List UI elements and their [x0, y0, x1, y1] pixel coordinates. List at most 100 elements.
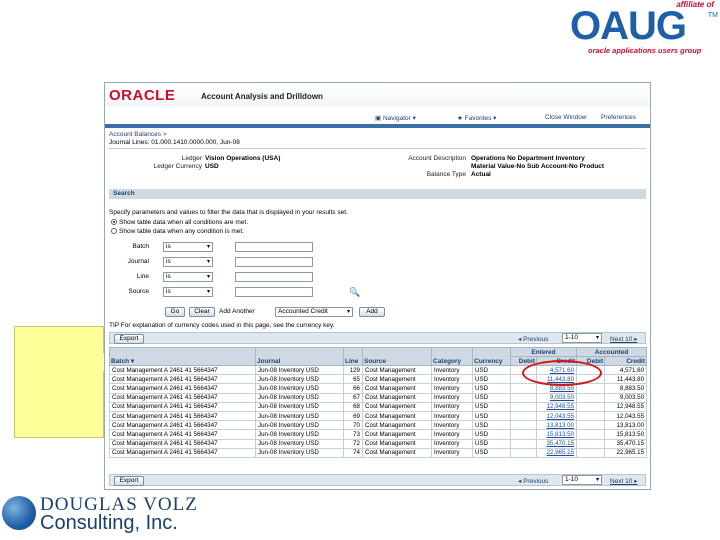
category-cell: Inventory — [431, 364, 473, 376]
entered-credit-cell[interactable]: 22,965.15 — [535, 447, 578, 458]
search-lov-icon[interactable]: 🔍 — [349, 287, 360, 298]
line-operator-select[interactable]: is — [163, 272, 213, 282]
batch-cell: Cost Management A 2461 41 5664347 — [109, 447, 256, 458]
accounted-credit-cell: 35,470.15 — [604, 438, 648, 449]
app-title: Account Analysis and Drilldown — [201, 92, 323, 101]
batch-label: Batch — [132, 243, 149, 250]
preferences-link[interactable]: Preferences — [601, 114, 636, 121]
entered-debit-cell — [510, 429, 537, 440]
go-button[interactable]: Go — [165, 307, 185, 317]
accounted-debit-cell — [576, 420, 606, 431]
category-cell: Inventory — [431, 420, 473, 431]
search-header: Search — [109, 189, 646, 199]
search-instructions: Specify parameters and values to filter … — [109, 209, 348, 216]
journal-cell: Jun-08 Inventory USD — [255, 383, 344, 394]
journal-value-input[interactable] — [235, 257, 313, 267]
col-batch[interactable]: Batch ▾ — [109, 347, 256, 366]
journal-cell: Jun-08 Inventory USD — [255, 420, 344, 431]
source-cell: Cost Management — [362, 383, 432, 394]
journal-cell: Jun-08 Inventory USD — [255, 364, 344, 376]
currency-value: USD — [205, 163, 219, 170]
source-operator-select[interactable]: is — [163, 287, 213, 297]
table-toolbar-top: Export ◂ Previous 1-10 Next 10 ▸ — [109, 332, 646, 344]
line-value-input[interactable] — [235, 272, 313, 282]
line-cell: 73 — [343, 429, 363, 440]
table-row: Cost Management A 2461 41 5664347 Jun-08 … — [109, 438, 648, 449]
source-cell: Cost Management — [362, 410, 432, 422]
journal-cell: Jun-08 Inventory USD — [255, 374, 344, 385]
navigator-menu[interactable]: ▣ Navigator ▾ — [375, 114, 416, 122]
radio-any-condition[interactable]: Show table data when any condition is me… — [111, 228, 244, 235]
next-link-bottom[interactable]: Next 10 ▸ — [610, 477, 637, 485]
source-cell: Cost Management — [362, 401, 432, 412]
group-entered: Entered — [509, 347, 578, 357]
batch-operator-select[interactable]: is — [163, 242, 213, 252]
douglas-volz-logo: DOUGLAS VOLZ Consulting, Inc. — [2, 492, 202, 538]
entered-credit-cell[interactable]: 12,948.55 — [535, 401, 578, 412]
entered-credit-cell[interactable]: 9,003.50 — [535, 392, 578, 403]
source-value-input[interactable] — [235, 287, 313, 297]
account-description-value: Operations No Department Inventory — [471, 155, 585, 162]
favorites-menu[interactable]: ★ Favorites ▾ — [457, 114, 496, 122]
accounted-debit-cell — [576, 429, 606, 440]
entered-debit-cell — [510, 401, 537, 412]
currency-cell: USD — [472, 410, 511, 422]
breadcrumb[interactable]: Account Balances > — [109, 131, 167, 138]
range-select-bottom[interactable]: 1-10 — [562, 475, 602, 485]
accounted-debit-cell — [576, 383, 606, 394]
batch-value-input[interactable] — [235, 242, 313, 252]
journal-operator-select[interactable]: is — [163, 257, 213, 267]
add-button[interactable]: Add — [359, 307, 385, 317]
oaug-wordmark: OAUG — [570, 4, 687, 48]
line-cell: 66 — [343, 383, 363, 394]
col-category: Category — [431, 347, 473, 366]
accounted-credit-cell: 12,948.55 — [604, 401, 648, 412]
line-cell: 69 — [343, 410, 363, 422]
accounted-credit-cell: 8,883.50 — [604, 383, 648, 394]
journal-cell: Jun-08 Inventory USD — [255, 429, 344, 440]
table-row: Cost Management A 2461 41 5664347 Jun-08 … — [109, 410, 648, 422]
entered-credit-cell[interactable]: 15,813.50 — [535, 429, 578, 440]
accounted-credit-cell: 15,813.50 — [604, 429, 648, 440]
previous-link-bottom[interactable]: ◂ Previous — [518, 477, 548, 485]
oracle-logo: ORACLE — [109, 87, 176, 104]
logo-line-2: Consulting, Inc. — [40, 512, 178, 534]
entered-credit-cell[interactable]: 12,043.55 — [535, 410, 578, 422]
add-another-select[interactable]: Accounted Credit — [275, 307, 353, 317]
entered-debit-cell — [510, 420, 537, 431]
currency-cell: USD — [472, 447, 511, 458]
source-cell: Cost Management — [362, 374, 432, 385]
line-cell: 68 — [343, 401, 363, 412]
ledger-label: Ledger — [181, 155, 202, 162]
oracle-app-window: ORACLE Account Analysis and Drilldown ▣ … — [104, 82, 651, 490]
currency-label: Ledger Currency — [153, 163, 202, 170]
range-select[interactable]: 1-10 — [562, 333, 602, 343]
export-button-bottom[interactable]: Export — [114, 476, 144, 486]
clear-button[interactable]: Clear — [189, 307, 215, 317]
line-label: Line — [136, 273, 149, 280]
journal-cell: Jun-08 Inventory USD — [255, 447, 344, 458]
line-cell: 72 — [343, 438, 363, 449]
entered-credit-cell[interactable]: 13,813.00 — [535, 420, 578, 431]
source-cell: Cost Management — [362, 364, 432, 376]
table-toolbar-bottom: Export ◂ Previous 1-10 Next 10 ▸ — [109, 474, 646, 486]
ledger-value: Vision Operations (USA) — [205, 155, 281, 162]
category-cell: Inventory — [431, 392, 473, 403]
previous-link[interactable]: ◂ Previous — [518, 335, 548, 343]
currency-cell: USD — [472, 383, 511, 394]
accounted-credit-cell: 9,003.50 — [604, 392, 648, 403]
entered-debit-cell — [510, 383, 537, 394]
entered-credit-cell[interactable]: 35,470.15 — [535, 438, 578, 449]
export-button[interactable]: Export — [114, 334, 144, 344]
account-description-value-2: Material Value-No Sub Account-No Product — [471, 163, 605, 170]
callout-box — [14, 326, 104, 438]
col-journal: Journal — [255, 347, 344, 366]
source-cell: Cost Management — [362, 429, 432, 440]
close-window-link[interactable]: Close Window — [545, 114, 587, 121]
radio-all-conditions[interactable]: Show table data when all conditions are … — [111, 219, 248, 226]
next-link[interactable]: Next 10 ▸ — [610, 335, 637, 343]
currency-cell: USD — [472, 438, 511, 449]
table-row: Cost Management A 2461 41 5664347 Jun-08 … — [109, 447, 648, 458]
brand-bar: ORACLE Account Analysis and Drilldown — [105, 83, 650, 107]
batch-cell: Cost Management A 2461 41 5664347 — [109, 410, 256, 422]
